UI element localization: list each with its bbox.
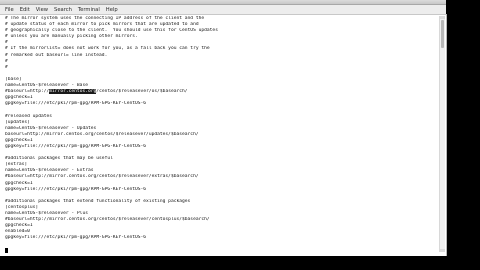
menubar: File Edit View Search Terminal Help bbox=[0, 5, 446, 15]
desktop: File Edit View Search Terminal Help # Th… bbox=[0, 0, 480, 270]
menu-file[interactable]: File bbox=[2, 6, 17, 14]
text-cursor bbox=[5, 247, 8, 254]
menu-view[interactable]: View bbox=[33, 6, 51, 14]
vertical-scrollbar[interactable] bbox=[439, 16, 445, 252]
menu-terminal[interactable]: Terminal bbox=[75, 6, 103, 14]
terminal-window: File Edit View Search Terminal Help # Th… bbox=[0, 0, 447, 256]
scroll-up-arrow-icon[interactable] bbox=[440, 16, 445, 19]
background-area bbox=[446, 0, 480, 14]
menu-search[interactable]: Search bbox=[51, 6, 75, 14]
terminal-area[interactable]: # The mirror system uses the connecting … bbox=[0, 15, 446, 255]
scrollbar-thumb[interactable] bbox=[441, 20, 444, 48]
menu-help[interactable]: Help bbox=[103, 6, 121, 14]
scroll-down-arrow-icon[interactable] bbox=[440, 249, 445, 252]
terminal-line bbox=[5, 247, 433, 254]
menu-edit[interactable]: Edit bbox=[17, 6, 33, 14]
terminal-text[interactable]: # The mirror system uses the connecting … bbox=[5, 16, 433, 254]
selected-text[interactable]: mirror.centos.org bbox=[49, 89, 97, 95]
